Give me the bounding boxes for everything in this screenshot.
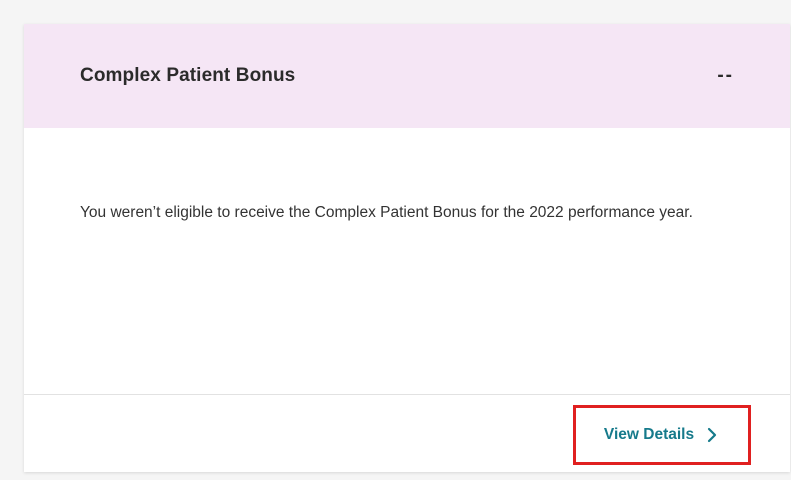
- card-body: You weren’t eligible to receive the Comp…: [24, 128, 790, 394]
- card-header: Complex Patient Bonus --: [24, 24, 790, 128]
- complex-patient-bonus-card: Complex Patient Bonus -- You weren’t eli…: [24, 24, 790, 472]
- eligibility-message: You weren’t eligible to receive the Comp…: [80, 204, 693, 221]
- chevron-right-icon: [704, 427, 720, 443]
- card-title: Complex Patient Bonus: [80, 65, 296, 86]
- card-value: --: [717, 65, 734, 86]
- view-details-link[interactable]: View Details: [573, 405, 751, 465]
- view-details-label: View Details: [603, 426, 695, 443]
- card-footer: View Details: [24, 395, 790, 472]
